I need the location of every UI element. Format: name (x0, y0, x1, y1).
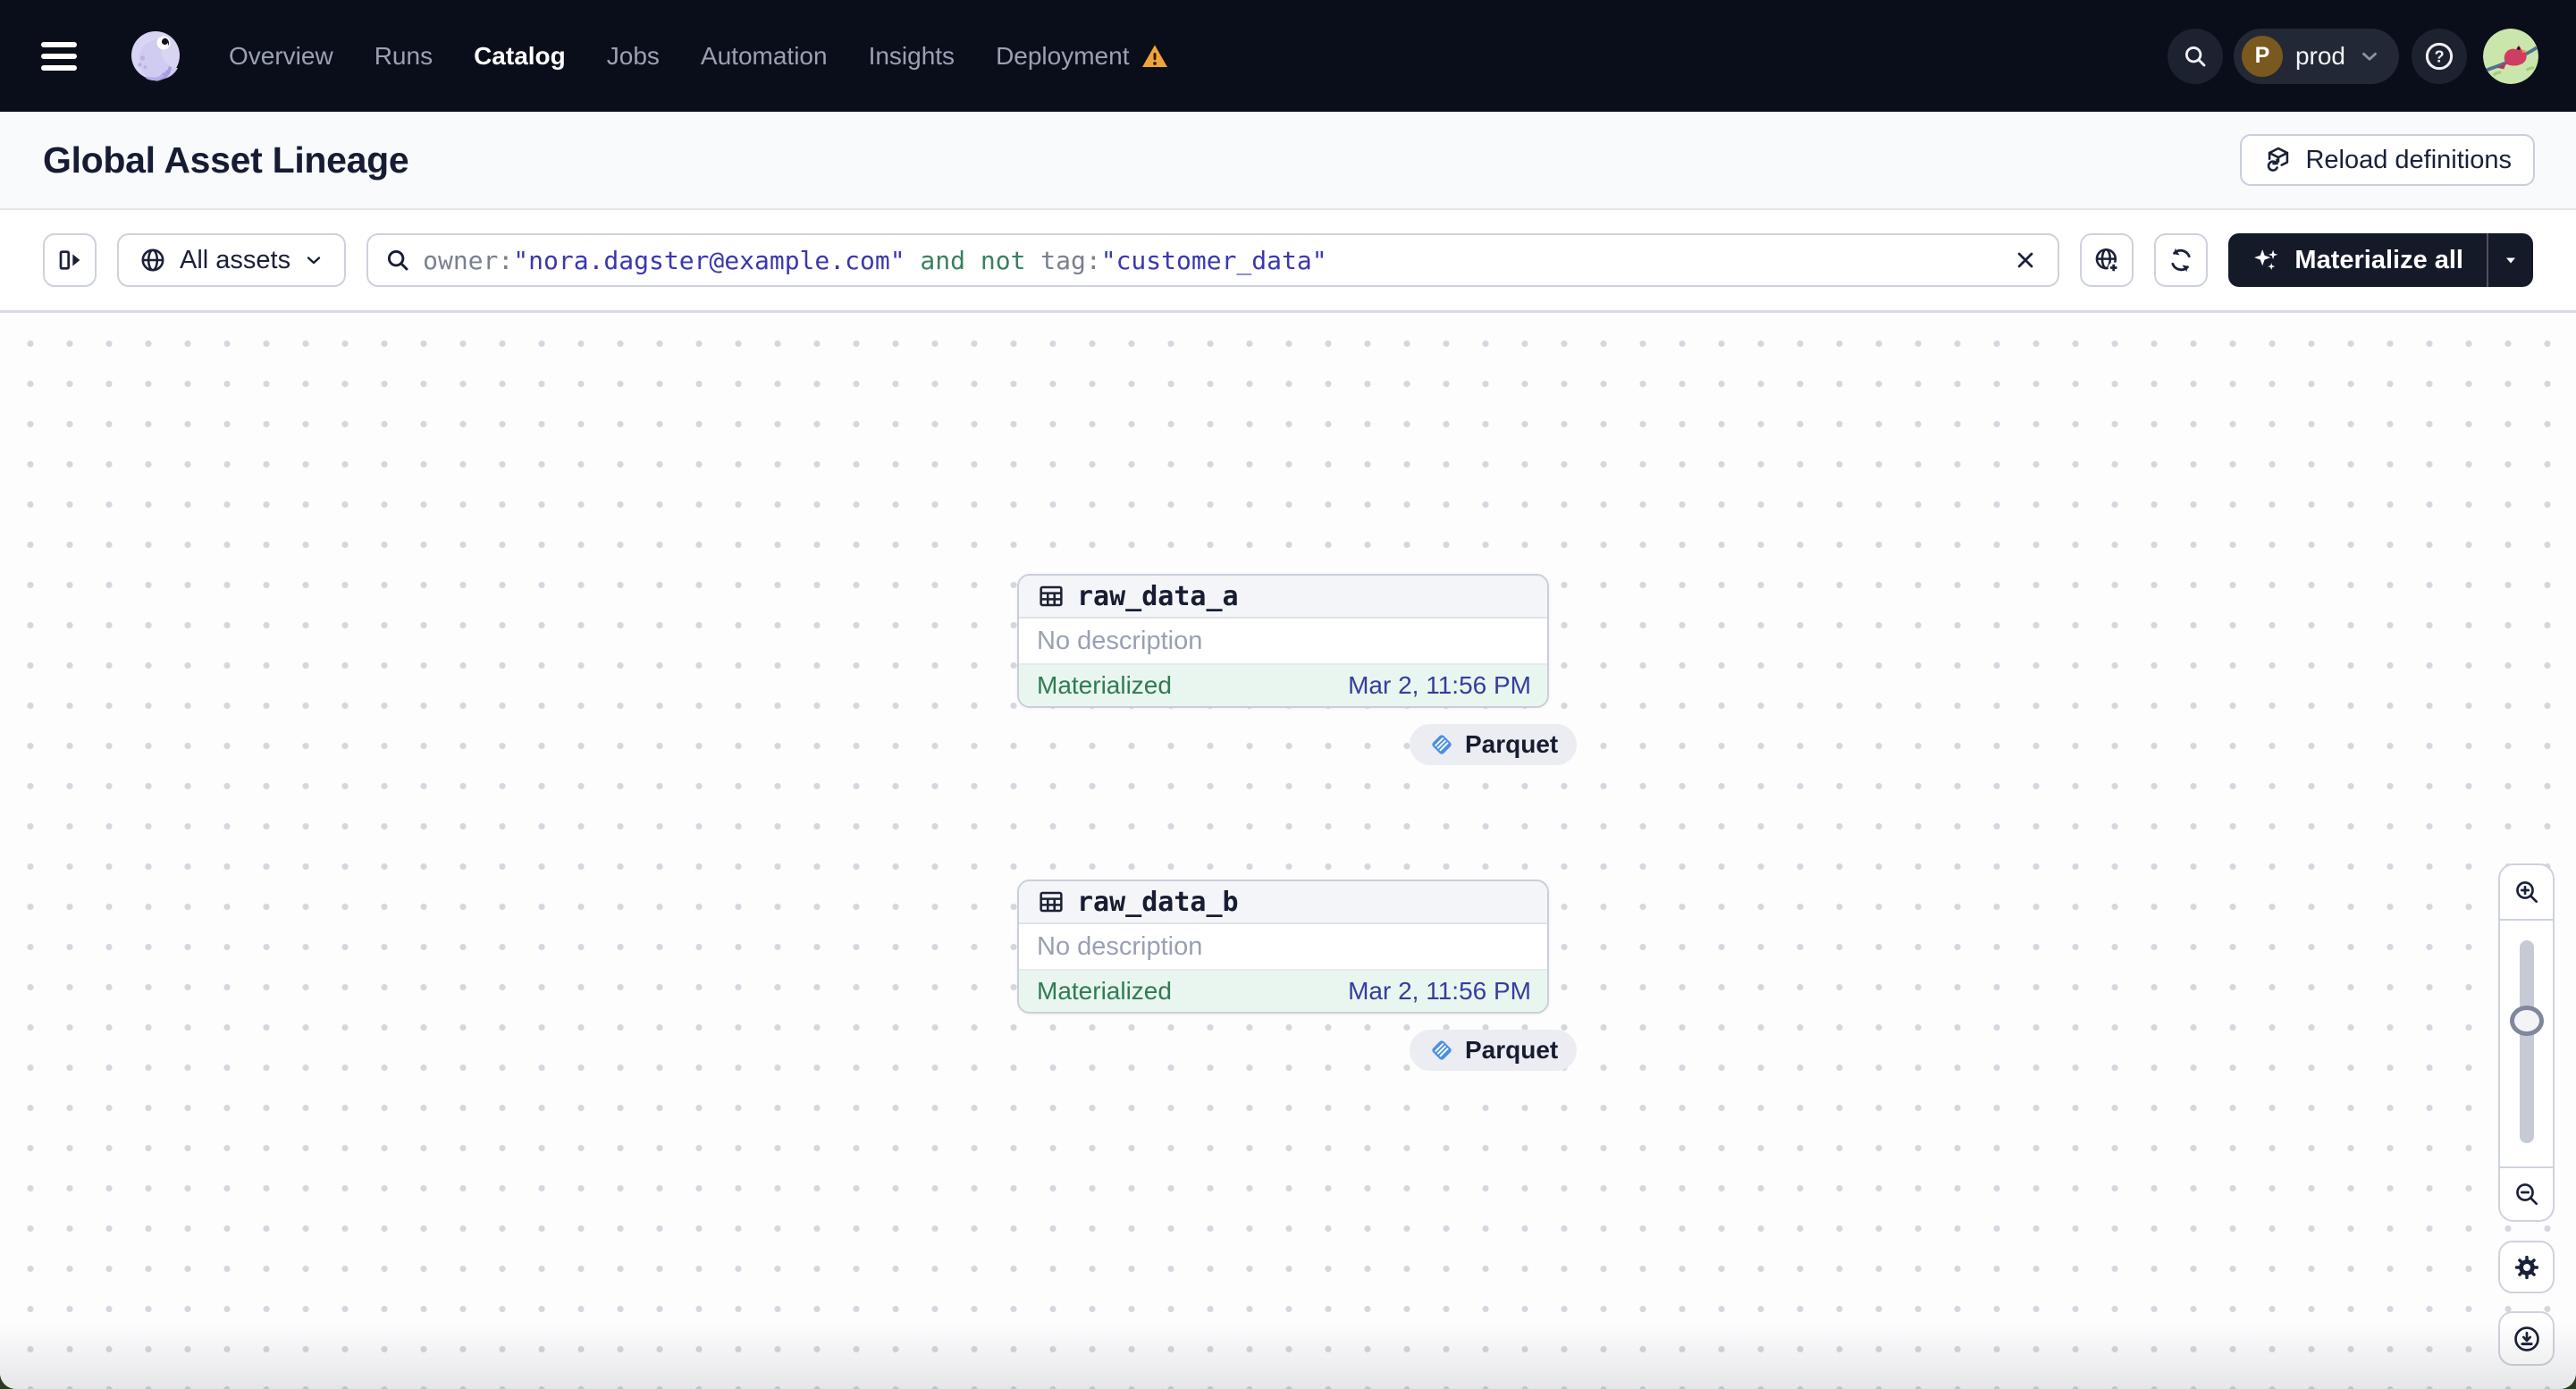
asset-scope-dropdown[interactable]: All assets (117, 233, 347, 287)
zoom-slider (2500, 921, 2553, 1166)
status-badge: Materialized (1037, 977, 1172, 1005)
help-button[interactable]: ? (2412, 28, 2467, 84)
table-icon (1040, 891, 1063, 913)
materialize-all-button[interactable]: Materialize all (2228, 233, 2487, 287)
nav-left: Overview Runs Catalog Jobs Automation In… (39, 28, 1169, 85)
asset-description: No description (1019, 619, 1547, 665)
open-left-panel-button[interactable] (43, 233, 97, 287)
page-title: Global Asset Lineage (43, 139, 409, 181)
globe-icon (141, 248, 164, 272)
sparkles-icon (2254, 249, 2278, 271)
close-icon (2018, 252, 2033, 268)
gear-icon (2514, 1255, 2538, 1279)
tag-label: Parquet (1465, 1036, 1559, 1064)
dagster-logo[interactable] (127, 28, 184, 85)
deployment-warning-icon (1142, 44, 1168, 67)
user-avatar[interactable] (2483, 28, 2538, 84)
search-query-text: owner:"nora.dagster@example.com" and not… (423, 245, 1327, 275)
bottom-shadow (0, 1322, 2576, 1389)
table-icon (1040, 585, 1063, 607)
zoom-slider-knob[interactable] (2509, 1006, 2544, 1036)
download-icon (2513, 1326, 2539, 1351)
asset-name: raw_data_b (1077, 886, 1239, 918)
asset-node-raw-data-b[interactable]: raw_data_b No description Materialized M… (1017, 880, 1549, 1014)
globe-plus-icon (2096, 248, 2120, 274)
materialize-all-label: Materialize all (2294, 245, 2463, 274)
asset-scope-label: All assets (180, 245, 291, 274)
asset-search-input[interactable]: owner:"nora.dagster@example.com" and not… (366, 233, 2060, 287)
nav-item-jobs[interactable]: Jobs (607, 42, 660, 71)
zoom-out-button[interactable] (2500, 1168, 2553, 1220)
asset-tag-parquet[interactable]: Parquet (1410, 1030, 1578, 1071)
materialization-timestamp[interactable]: Mar 2, 11:56 PM (1348, 671, 1531, 700)
lineage-graph-canvas[interactable]: raw_data_a No description Materialized M… (0, 313, 2576, 1389)
status-badge: Materialized (1037, 671, 1172, 699)
asset-node-header: raw_data_a (1019, 576, 1547, 619)
materialize-all-split-button: Materialize all (2228, 233, 2533, 287)
parquet-icon (1432, 735, 1452, 754)
asset-node-header: raw_data_b (1019, 881, 1547, 924)
nav-right: P prod ? (2167, 28, 2538, 84)
zoom-slider-track[interactable] (2519, 940, 2534, 1143)
dagster-app-window: Overview Runs Catalog Jobs Automation In… (0, 0, 2576, 1389)
top-navbar: Overview Runs Catalog Jobs Automation In… (0, 0, 2576, 112)
graph-settings-button[interactable] (2498, 1241, 2555, 1293)
reload-cube-icon (2266, 147, 2289, 173)
refresh-icon (2171, 248, 2192, 273)
workspace-name: prod (2294, 41, 2345, 70)
search-icon (388, 249, 408, 271)
nav-item-deployment[interactable]: Deployment (996, 42, 1129, 71)
panel-expand-icon (59, 250, 80, 270)
materialize-options-button[interactable] (2487, 233, 2533, 287)
asset-node-raw-data-a[interactable]: raw_data_a No description Materialized M… (1017, 574, 1549, 708)
zoom-controls (2498, 863, 2555, 1222)
hamburger-menu-icon[interactable] (39, 41, 79, 72)
zoom-in-button[interactable] (2500, 865, 2553, 919)
caret-down-icon (2506, 257, 2515, 264)
download-image-button[interactable] (2498, 1311, 2555, 1366)
lineage-toolbar: All assets owner:"nora.dagster@example.c… (0, 210, 2576, 313)
refresh-button[interactable] (2154, 233, 2209, 287)
workspace-switcher[interactable]: P prod (2233, 28, 2399, 84)
workspace-avatar: P (2241, 35, 2283, 77)
zoom-out-icon (2515, 1183, 2538, 1205)
global-search-button[interactable] (2167, 28, 2223, 84)
materialization-timestamp[interactable]: Mar 2, 11:56 PM (1348, 977, 1531, 1006)
reload-definitions-label: Reload definitions (2305, 145, 2512, 174)
asset-status-row: Materialized Mar 2, 11:56 PM (1019, 971, 1547, 1012)
main-nav: Overview Runs Catalog Jobs Automation In… (229, 42, 1169, 71)
asset-tag-parquet[interactable]: Parquet (1410, 724, 1578, 765)
nav-item-runs[interactable]: Runs (375, 42, 433, 71)
chevron-down-icon (2362, 52, 2377, 61)
nav-item-overview[interactable]: Overview (229, 42, 333, 71)
clear-search-button[interactable] (2006, 240, 2045, 280)
chevron-down-icon (307, 257, 321, 265)
asset-status-row: Materialized Mar 2, 11:56 PM (1019, 665, 1547, 706)
nav-item-insights[interactable]: Insights (869, 42, 955, 71)
asset-description: No description (1019, 924, 1547, 971)
parquet-icon (1432, 1040, 1452, 1060)
cardinal-bird-avatar-image (2483, 28, 2538, 84)
reload-definitions-button[interactable]: Reload definitions (2240, 134, 2535, 186)
tag-label: Parquet (1465, 730, 1559, 758)
new-asset-group-button[interactable] (2080, 233, 2134, 287)
help-icon: ? (2425, 42, 2454, 70)
nav-item-automation[interactable]: Automation (701, 42, 828, 71)
page-header: Global Asset Lineage Reload definitions (0, 112, 2576, 210)
zoom-in-icon (2515, 881, 2538, 903)
svg-text:?: ? (2434, 47, 2444, 65)
asset-name: raw_data_a (1077, 580, 1239, 612)
search-icon (2185, 46, 2206, 66)
nav-item-catalog[interactable]: Catalog (474, 42, 566, 71)
